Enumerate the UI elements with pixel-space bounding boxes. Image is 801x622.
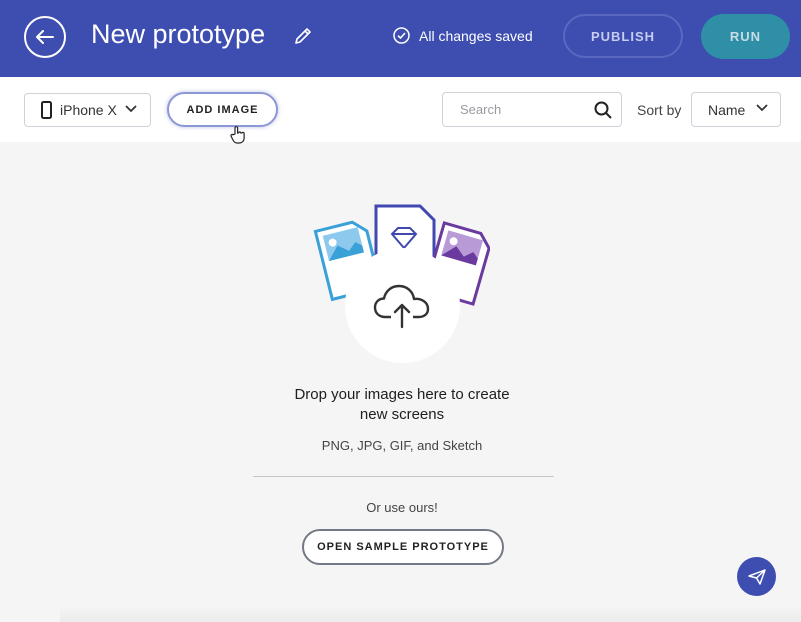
hand-cursor-icon xyxy=(230,126,245,144)
page-title[interactable]: New prototype xyxy=(91,19,265,50)
device-label: iPhone X xyxy=(60,102,117,118)
edit-title-button[interactable] xyxy=(293,26,313,51)
search-box[interactable] xyxy=(442,92,622,127)
top-bar: New prototype All changes saved PUBLISH … xyxy=(0,0,801,77)
sort-value: Name xyxy=(708,101,746,118)
empty-state-headline-line1: Drop your images here to create xyxy=(294,386,510,403)
save-status-text: All changes saved xyxy=(419,27,533,44)
open-sample-prototype-button[interactable]: OPEN SAMPLE PROTOTYPE xyxy=(302,529,504,565)
cloud-upload-icon xyxy=(373,284,429,328)
publish-button[interactable]: PUBLISH xyxy=(563,14,683,58)
or-use-ours-text: Or use ours! xyxy=(366,500,438,515)
check-circle-icon xyxy=(393,27,410,44)
paper-plane-icon xyxy=(747,568,766,585)
bottom-edge xyxy=(60,606,801,622)
run-button[interactable]: RUN xyxy=(701,14,790,59)
search-input[interactable] xyxy=(458,101,582,118)
add-image-button[interactable]: ADD IMAGE xyxy=(167,92,278,127)
device-select[interactable]: iPhone X xyxy=(24,93,151,127)
toolbar: iPhone X ADD IMAGE Sort by Name xyxy=(0,77,801,142)
sort-by-label: Sort by xyxy=(637,102,682,118)
empty-state-headline: Drop your images here to create new scre… xyxy=(220,385,584,425)
empty-state-headline-line2: new screens xyxy=(359,406,445,423)
upload-drop-zone[interactable] xyxy=(345,248,460,363)
back-button[interactable] xyxy=(24,16,66,58)
chevron-down-icon xyxy=(756,104,768,112)
chevron-down-icon xyxy=(125,105,137,113)
save-status: All changes saved xyxy=(393,27,533,44)
supported-formats-text: PNG, JPG, GIF, and Sketch xyxy=(321,438,483,453)
search-icon[interactable] xyxy=(594,101,612,119)
sort-select[interactable]: Name xyxy=(691,92,781,127)
pencil-icon xyxy=(295,28,311,44)
divider xyxy=(253,476,554,477)
arrow-left-icon xyxy=(36,30,54,44)
feedback-button[interactable] xyxy=(737,557,776,596)
phone-icon xyxy=(41,101,52,119)
